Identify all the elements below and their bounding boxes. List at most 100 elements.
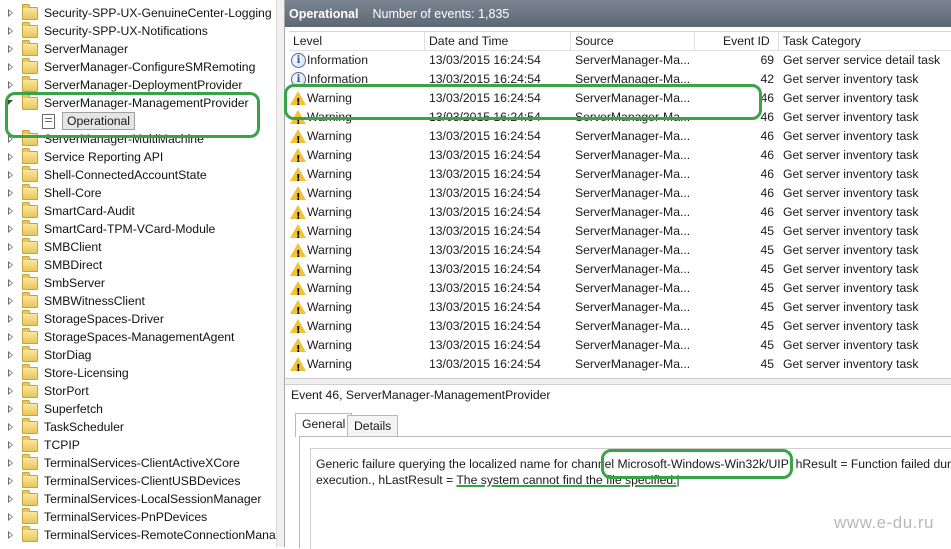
event-row[interactable]: i Information 13/03/2015 16:24:54 ServerMan… [289, 51, 951, 70]
collapsed-arrow-icon[interactable] [7, 242, 15, 252]
tree-item[interactable]: ServerManager-MultiMachine [0, 129, 276, 148]
collapsed-arrow-icon[interactable] [7, 494, 15, 504]
collapsed-arrow-icon[interactable] [7, 170, 15, 180]
collapsed-arrow-icon[interactable] [7, 206, 15, 216]
collapsed-arrow-icon[interactable] [7, 476, 15, 486]
cell-task-category: Get server inventory task [783, 91, 919, 105]
tree-item[interactable]: TerminalServices-ClientUSBDevices [0, 471, 276, 490]
tab-details[interactable]: Details [347, 415, 399, 437]
tree-item[interactable]: Security-SPP-UX-GenuineCenter-Logging [0, 3, 276, 22]
collapsed-arrow-icon[interactable] [7, 26, 15, 36]
tree-item[interactable]: ServerManager [0, 39, 276, 58]
column-source[interactable]: Source [571, 32, 695, 51]
warning-icon [290, 167, 306, 188]
collapsed-arrow-icon[interactable] [7, 296, 15, 306]
expanded-arrow-icon[interactable] [7, 98, 15, 108]
tree-item[interactable]: TerminalServices-ClientActiveXCore [0, 453, 276, 472]
tree-item[interactable]: Store-Licensing [0, 363, 276, 382]
tree-item[interactable]: SmartCard-Audit [0, 201, 276, 220]
cell-date: 13/03/2015 16:24:54 [429, 167, 541, 181]
event-row[interactable]: Warning 13/03/2015 16:24:54 ServerManager-… [289, 222, 951, 245]
column-event-id[interactable]: Event ID [695, 32, 779, 51]
cell-task-category: Get server inventory task [783, 129, 919, 143]
collapsed-arrow-icon[interactable] [7, 8, 15, 18]
pane-splitter[interactable] [285, 378, 951, 385]
collapsed-arrow-icon[interactable] [7, 278, 15, 288]
tree-item[interactable]: StorPort [0, 381, 276, 400]
tree-item[interactable]: TaskScheduler [0, 417, 276, 436]
tree-item[interactable]: TCPIP [0, 435, 276, 454]
event-row[interactable]: Warning 13/03/2015 16:24:54 ServerManager-… [289, 317, 951, 340]
tree-item[interactable]: SMBDirect [0, 255, 276, 274]
collapsed-arrow-icon[interactable] [7, 80, 15, 90]
collapsed-arrow-icon[interactable] [7, 44, 15, 54]
tree-item[interactable]: Superfetch [0, 399, 276, 418]
collapsed-arrow-icon[interactable] [7, 350, 15, 360]
event-row[interactable]: Warning 13/03/2015 16:24:54 ServerManager-… [289, 165, 951, 188]
description-box[interactable]: Generic failure querying the localized n… [310, 448, 951, 549]
collapsed-arrow-icon[interactable] [7, 260, 15, 270]
collapsed-arrow-icon[interactable] [7, 512, 15, 522]
event-row[interactable]: Warning 13/03/2015 16:24:54 ServerManager-… [289, 127, 951, 150]
collapsed-arrow-icon[interactable] [7, 440, 15, 450]
tree-item[interactable]: ServerManager-DeploymentProvider [0, 75, 276, 94]
tree-item-label: ServerManager-MultiMachine [44, 132, 204, 146]
tree-item[interactable]: SmbServer [0, 273, 276, 292]
cell-level: Warning [307, 357, 352, 371]
tree-item[interactable]: StorageSpaces-Driver [0, 309, 276, 328]
event-row[interactable]: Warning 13/03/2015 16:24:54 ServerManager-… [289, 260, 951, 283]
tree-item[interactable]: TerminalServices-PnPDevices [0, 507, 276, 526]
event-row[interactable]: Warning 13/03/2015 16:24:54 ServerManager-… [289, 298, 951, 321]
collapsed-arrow-icon[interactable] [7, 224, 15, 234]
collapsed-arrow-icon[interactable] [7, 62, 15, 72]
event-row[interactable]: Warning 13/03/2015 16:24:54 ServerManager-… [289, 89, 951, 112]
tree-item[interactable]: SMBWitnessClient [0, 291, 276, 310]
tree-item[interactable]: Shell-ConnectedAccountState [0, 165, 276, 184]
cell-level: Warning [307, 167, 352, 181]
event-row[interactable]: Warning 13/03/2015 16:24:54 ServerManager-… [289, 184, 951, 207]
collapsed-arrow-icon[interactable] [7, 404, 15, 414]
collapsed-arrow-icon[interactable] [7, 314, 15, 324]
event-row[interactable]: Warning 13/03/2015 16:24:54 ServerManager-… [289, 336, 951, 359]
tree-item[interactable]: ServerManager-ManagementProvider [0, 93, 276, 112]
tree-item-selected[interactable]: Operational [0, 112, 276, 130]
collapsed-arrow-icon[interactable] [7, 530, 15, 540]
collapsed-arrow-icon[interactable] [7, 152, 15, 162]
column-level[interactable]: Level [289, 32, 425, 51]
collapsed-arrow-icon[interactable] [7, 422, 15, 432]
collapsed-arrow-icon[interactable] [7, 134, 15, 144]
cell-level: Warning [307, 319, 352, 333]
collapsed-arrow-icon[interactable] [7, 458, 15, 468]
tree-item[interactable]: TerminalServices-RemoteConnectionManager [0, 525, 276, 544]
tree-item-label: Operational [62, 112, 136, 130]
event-detail-title: Event 46, ServerManager-ManagementProvid… [291, 388, 551, 402]
collapsed-arrow-icon[interactable] [7, 368, 15, 378]
collapsed-arrow-icon[interactable] [7, 188, 15, 198]
tree-item[interactable]: Shell-Core [0, 183, 276, 202]
cell-date: 13/03/2015 16:24:54 [429, 357, 541, 371]
event-row[interactable]: Warning 13/03/2015 16:24:54 ServerManager-… [289, 203, 951, 226]
tree-item[interactable]: TerminalServices-LocalSessionManager [0, 489, 276, 508]
tree-item[interactable]: StorageSpaces-ManagementAgent [0, 327, 276, 346]
tree-item[interactable]: Security-SPP-UX-Notifications [0, 21, 276, 40]
tree-item[interactable]: SMBClient [0, 237, 276, 256]
tree-item[interactable]: ServerManager-ConfigureSMRemoting [0, 57, 276, 76]
column-date[interactable]: Date and Time [425, 32, 571, 51]
collapsed-arrow-icon[interactable] [7, 332, 15, 342]
tree-item[interactable]: StorDiag [0, 345, 276, 364]
tree-item[interactable]: SmartCard-TPM-VCard-Module [0, 219, 276, 238]
event-row[interactable]: Warning 13/03/2015 16:24:54 ServerManager-… [289, 146, 951, 169]
event-row[interactable]: Warning 13/03/2015 16:24:54 ServerManager-… [289, 279, 951, 302]
collapsed-arrow-icon[interactable] [7, 386, 15, 396]
event-row[interactable]: Warning 13/03/2015 16:24:54 ServerManager-… [289, 108, 951, 131]
folder-icon [22, 525, 38, 542]
event-row[interactable]: Warning 13/03/2015 16:24:54 ServerManager-… [289, 355, 951, 378]
cell-event-id: 45 [760, 224, 774, 238]
event-row[interactable]: i Information 13/03/2015 16:24:54 ServerMan… [289, 70, 951, 89]
tree-item[interactable]: Service Reporting API [0, 147, 276, 166]
cell-source: ServerManager-Ma... [575, 224, 691, 238]
event-row[interactable]: Warning 13/03/2015 16:24:54 ServerManager-… [289, 241, 951, 264]
tab-general[interactable]: General [295, 413, 353, 437]
warning-icon [290, 186, 306, 207]
column-task-category[interactable]: Task Category [779, 32, 951, 51]
